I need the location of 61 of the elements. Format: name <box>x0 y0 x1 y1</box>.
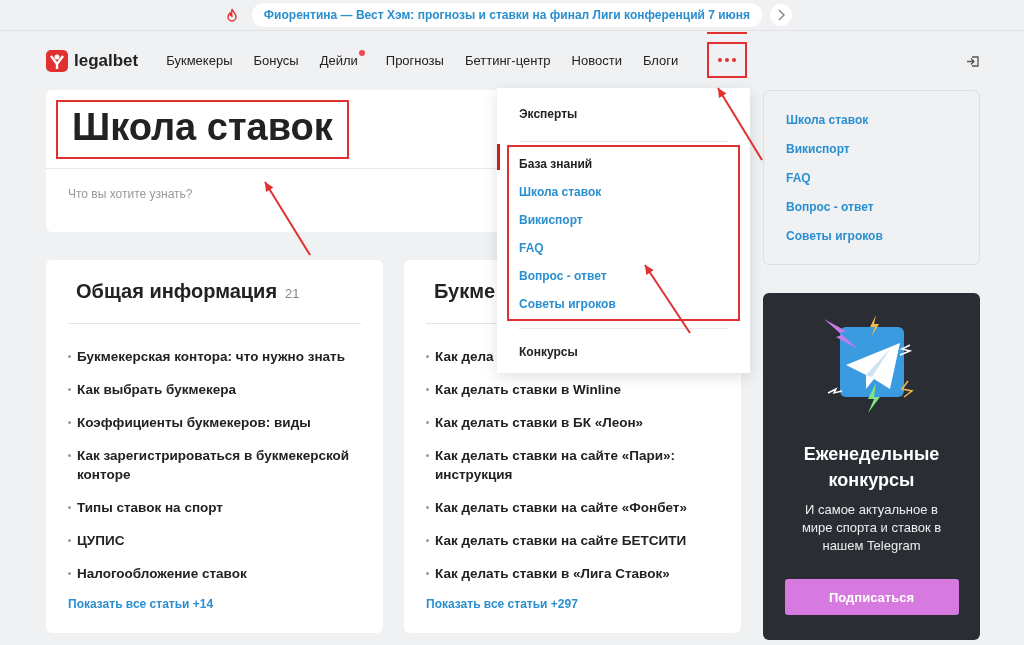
bullet-icon <box>68 506 71 509</box>
nav-link[interactable]: Блоги <box>642 53 679 68</box>
notification-dot <box>358 50 365 56</box>
nav-link[interactable]: Прогнозы <box>385 53 444 68</box>
bullet-icon <box>426 454 429 457</box>
article-link[interactable]: Как делать ставки в БК «Леон» <box>435 413 644 432</box>
fire-icon <box>225 8 238 22</box>
page-title: Школа ставок <box>56 100 349 159</box>
article-link[interactable]: Налогообложение ставок <box>77 564 247 583</box>
nav-link[interactable]: Беттинг-центр <box>464 53 551 68</box>
bullet-icon <box>426 572 429 575</box>
promo-text: И самое актуальное в мире спорта и ставок в нашем Telegram <box>800 501 943 555</box>
bullet-icon <box>68 572 71 575</box>
logo-icon <box>46 49 68 72</box>
article-link[interactable]: Типы ставок на спорт <box>77 498 223 517</box>
article-link[interactable]: ЦУПИС <box>77 531 125 550</box>
article-count: 21 <box>285 286 300 301</box>
article-link[interactable]: Как дела <box>435 347 494 366</box>
article-link[interactable]: Как зарегистрироваться в букмекерской конторе <box>77 446 361 484</box>
article-link[interactable]: Как делать ставки на сайте «Пари»: инструкция <box>435 446 719 484</box>
nav-link[interactable]: Новости <box>571 53 622 68</box>
more-icon <box>717 57 738 62</box>
bullet-icon <box>68 355 71 358</box>
menu-heading[interactable]: База знаний <box>519 157 728 171</box>
bullet-icon <box>68 421 71 424</box>
article-link[interactable]: Как выбрать букмекера <box>77 380 236 399</box>
nav-link[interactable]: Бонусы <box>253 53 299 68</box>
menu-heading[interactable]: Конкурсы <box>519 345 728 359</box>
article-link[interactable]: Букмекерская контора: что нужно знать <box>77 347 345 366</box>
active-indicator <box>707 31 748 34</box>
article-link[interactable]: Коэффициенты букмекеров: виды <box>77 413 311 432</box>
menu-link[interactable]: FAQ <box>519 241 728 255</box>
bullet-icon <box>426 506 429 509</box>
login-icon[interactable] <box>966 53 980 68</box>
site-logo[interactable]: legalbet <box>46 49 139 72</box>
nav-link[interactable]: Дейли <box>319 53 365 68</box>
bullet-icon <box>68 539 71 542</box>
show-all-link[interactable]: Показать все статьи +14 <box>68 597 361 611</box>
menu-link[interactable]: Советы игроков <box>519 297 728 311</box>
bullet-icon <box>426 355 429 358</box>
bullet-icon <box>68 388 71 391</box>
menu-link[interactable]: Вопрос - ответ <box>519 269 728 283</box>
bullet-icon <box>68 454 71 457</box>
menu-link[interactable]: Школа ставок <box>519 185 728 199</box>
card-title: Общая информация <box>76 280 278 303</box>
bullet-icon <box>426 421 429 424</box>
menu-heading[interactable]: Эксперты <box>519 107 728 121</box>
article-link[interactable]: Как делать ставки в «Лига Ставок» <box>435 564 670 583</box>
nav-link[interactable]: Букмекеры <box>166 53 233 68</box>
news-banner-link[interactable]: Фиорентина — Вест Хэм: прогнозы и ставки на финал Лиги конференций 7 июня <box>251 3 763 27</box>
logo-text: legalbet <box>74 50 139 71</box>
article-link[interactable]: Как делать ставки на сайте «Фонбет» <box>435 498 687 517</box>
bullet-icon <box>426 388 429 391</box>
article-link[interactable]: Как делать ставки на сайте БЕТСИТИ <box>435 531 687 550</box>
article-link[interactable]: Как делать ставки в Winline <box>435 380 621 399</box>
bullet-icon <box>426 539 429 542</box>
card-title: Букме <box>434 280 496 303</box>
chevron-right-icon <box>777 9 786 21</box>
promo-title: Еженедельные конкурсы <box>802 443 941 492</box>
more-button[interactable] <box>707 41 748 78</box>
show-all-link[interactable]: Показать все статьи +297 <box>426 597 719 611</box>
